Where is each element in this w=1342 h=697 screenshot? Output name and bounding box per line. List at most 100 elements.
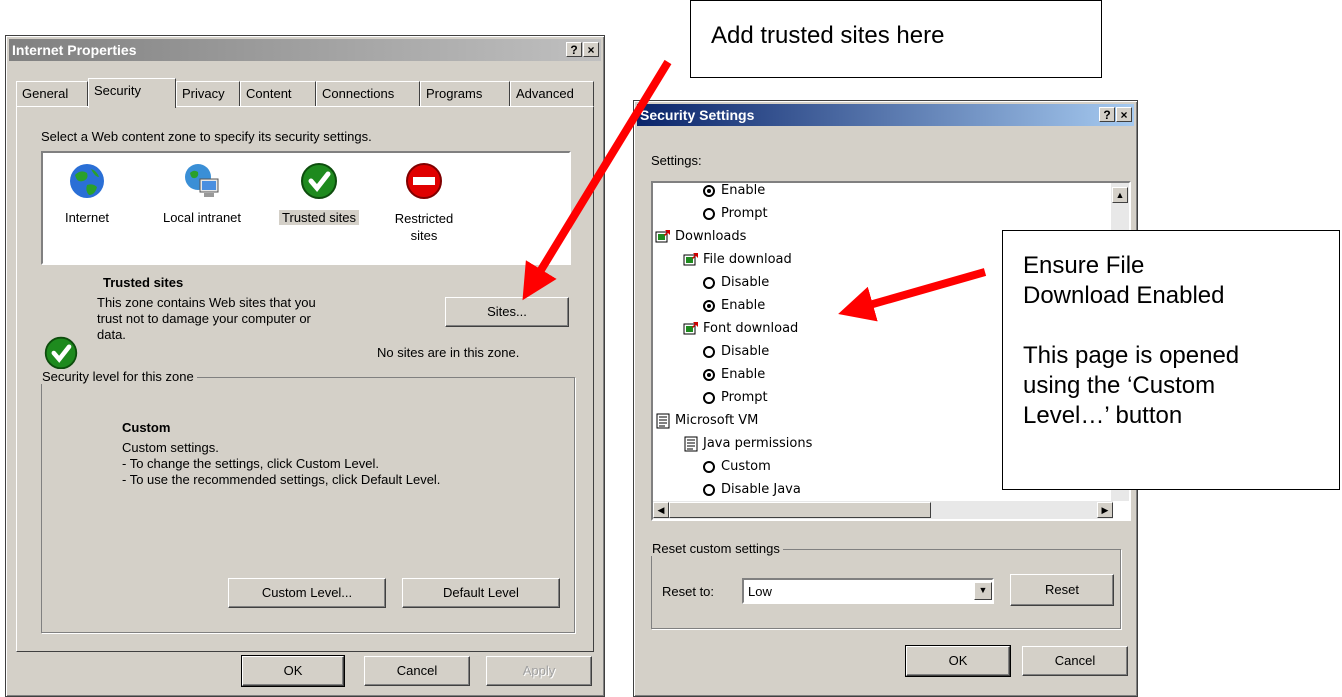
custom-level-button[interactable]: Custom Level... bbox=[228, 578, 386, 608]
tree-item-label: Prompt bbox=[721, 206, 768, 221]
zone-label-line2: sites bbox=[410, 228, 438, 243]
title-bar[interactable]: Security Settings ? × bbox=[637, 104, 1134, 126]
default-level-button[interactable]: Default Level bbox=[402, 578, 560, 608]
sites-status: No sites are in this zone. bbox=[377, 345, 520, 360]
tree-item-label: Enable bbox=[721, 367, 766, 382]
reset-select[interactable]: Low ▼ bbox=[742, 578, 994, 604]
scroll-up-arrow-icon[interactable]: ▲ bbox=[1112, 187, 1128, 203]
zone-trusted-sites[interactable]: Trusted sites bbox=[271, 161, 367, 225]
reset-to-label: Reset to: bbox=[662, 584, 715, 599]
zone-label: Restricted bbox=[394, 211, 454, 226]
reset-button[interactable]: Reset bbox=[1010, 574, 1114, 606]
tree-item-label: File download bbox=[703, 252, 792, 267]
callout-file-download: Ensure File Download Enabled This page i… bbox=[1002, 230, 1340, 490]
tree-item-label: Enable bbox=[721, 298, 766, 313]
zone-label: Trusted sites bbox=[279, 210, 359, 225]
tab-content[interactable]: Content bbox=[240, 81, 316, 107]
scroll-right-arrow-icon[interactable]: ▶ bbox=[1097, 502, 1113, 518]
scroll-left-arrow-icon[interactable]: ◀ bbox=[653, 502, 669, 518]
settings-label: Settings: bbox=[651, 153, 702, 168]
tree-item[interactable]: Enable bbox=[703, 364, 765, 386]
tab-general[interactable]: General bbox=[16, 81, 88, 107]
tree-item-label: Font download bbox=[703, 321, 799, 336]
ok-button[interactable]: OK bbox=[241, 655, 345, 687]
restricted-icon bbox=[406, 163, 442, 199]
intranet-icon bbox=[185, 164, 219, 197]
tree-item[interactable]: Java permissions bbox=[683, 433, 812, 455]
tree-item[interactable]: Disable bbox=[703, 272, 769, 294]
tab-security[interactable]: Security bbox=[88, 78, 176, 108]
tree-item-label: Microsoft VM bbox=[675, 413, 759, 428]
cancel-button[interactable]: Cancel bbox=[1022, 646, 1128, 676]
radio-unchecked-icon[interactable] bbox=[703, 483, 715, 496]
tree-item-label: Disable bbox=[721, 275, 770, 290]
trusted-check-icon bbox=[301, 163, 337, 199]
tab-privacy[interactable]: Privacy bbox=[176, 81, 240, 107]
tree-item-label: Java permissions bbox=[703, 436, 813, 451]
zone-internet[interactable]: Internet bbox=[57, 161, 117, 225]
radio-checked-icon[interactable] bbox=[703, 184, 715, 197]
tree-item[interactable]: File download bbox=[683, 249, 792, 271]
radio-unchecked-icon[interactable] bbox=[703, 460, 715, 473]
radio-unchecked-icon[interactable] bbox=[703, 276, 715, 289]
zone-label: Local intranet bbox=[162, 210, 242, 225]
help-button[interactable]: ? bbox=[566, 42, 582, 57]
tree-item[interactable]: Microsoft VM bbox=[655, 410, 758, 432]
tree-item[interactable]: Enable bbox=[703, 295, 765, 317]
dropdown-arrow-icon[interactable]: ▼ bbox=[974, 582, 992, 600]
document-icon bbox=[656, 413, 670, 428]
reset-group: Reset custom settings Reset to: Low ▼ Re… bbox=[649, 541, 1121, 629]
group-label: Reset custom settings bbox=[649, 541, 783, 556]
zone-title: Trusted sites bbox=[103, 275, 184, 290]
radio-checked-icon[interactable] bbox=[703, 299, 715, 312]
tree-item[interactable]: Font download bbox=[683, 318, 798, 340]
title-bar[interactable]: Internet Properties ? × bbox=[9, 39, 601, 61]
zone-local-intranet[interactable]: Local intranet bbox=[147, 161, 257, 225]
tab-connections[interactable]: Connections bbox=[316, 81, 420, 107]
tab-advanced[interactable]: Advanced bbox=[510, 81, 594, 107]
download-settings-icon bbox=[683, 321, 698, 334]
security-level-group: Security level for this zone Custom Cust… bbox=[39, 369, 575, 633]
tree-item-label: Downloads bbox=[675, 229, 747, 244]
tree-item[interactable]: Prompt bbox=[703, 203, 768, 225]
apply-button[interactable]: Apply bbox=[486, 656, 592, 686]
tree-item[interactable]: Downloads bbox=[655, 226, 746, 248]
level-description: Custom settings. - To change the setting… bbox=[122, 440, 441, 487]
zone-prompt: Select a Web content zone to specify its… bbox=[41, 129, 372, 144]
tree-item[interactable]: Disable Java bbox=[703, 479, 801, 501]
tree-item[interactable]: Custom bbox=[703, 456, 771, 478]
level-title: Custom bbox=[122, 420, 171, 435]
zone-restricted-sites[interactable]: Restricted sites bbox=[387, 161, 461, 244]
tree-item[interactable]: Disable bbox=[703, 341, 769, 363]
horizontal-scrollbar[interactable]: ◀ ▶ bbox=[653, 501, 1113, 519]
window-title: Internet Properties bbox=[12, 42, 137, 58]
cancel-button[interactable]: Cancel bbox=[364, 656, 470, 686]
tab-programs[interactable]: Programs bbox=[420, 81, 510, 107]
tree-item-label: Custom bbox=[721, 459, 771, 474]
reset-select-value: Low bbox=[748, 584, 772, 599]
download-settings-icon bbox=[655, 229, 670, 242]
tree-item-label: Prompt bbox=[721, 390, 768, 405]
help-button[interactable]: ? bbox=[1099, 107, 1115, 122]
callout-trusted-sites: Add trusted sites here bbox=[690, 0, 1102, 78]
tree-item[interactable]: Prompt bbox=[703, 387, 768, 409]
tree-item[interactable]: Enable bbox=[703, 183, 766, 202]
window-title: Security Settings bbox=[640, 107, 755, 123]
trusted-zone-icon bbox=[44, 336, 78, 370]
radio-unchecked-icon[interactable] bbox=[703, 391, 715, 404]
sites-button[interactable]: Sites... bbox=[445, 297, 569, 327]
internet-properties-dialog: Internet Properties ? × General Security… bbox=[5, 35, 605, 697]
ok-button[interactable]: OK bbox=[905, 645, 1011, 677]
globe-icon bbox=[70, 164, 104, 198]
radio-unchecked-icon[interactable] bbox=[703, 345, 715, 358]
close-button[interactable]: × bbox=[1116, 107, 1132, 122]
radio-unchecked-icon[interactable] bbox=[703, 207, 715, 220]
tree-item-label: Enable bbox=[721, 183, 766, 198]
radio-checked-icon[interactable] bbox=[703, 368, 715, 381]
security-tab-panel: Select a Web content zone to specify its… bbox=[16, 106, 594, 652]
close-button[interactable]: × bbox=[583, 42, 599, 57]
zone-description: This zone contains Web sites that you tr… bbox=[97, 295, 316, 342]
scroll-thumb[interactable] bbox=[669, 502, 931, 518]
zone-list[interactable]: Internet Local intranet Trusted sites Re… bbox=[41, 151, 571, 265]
document-icon bbox=[684, 436, 698, 451]
